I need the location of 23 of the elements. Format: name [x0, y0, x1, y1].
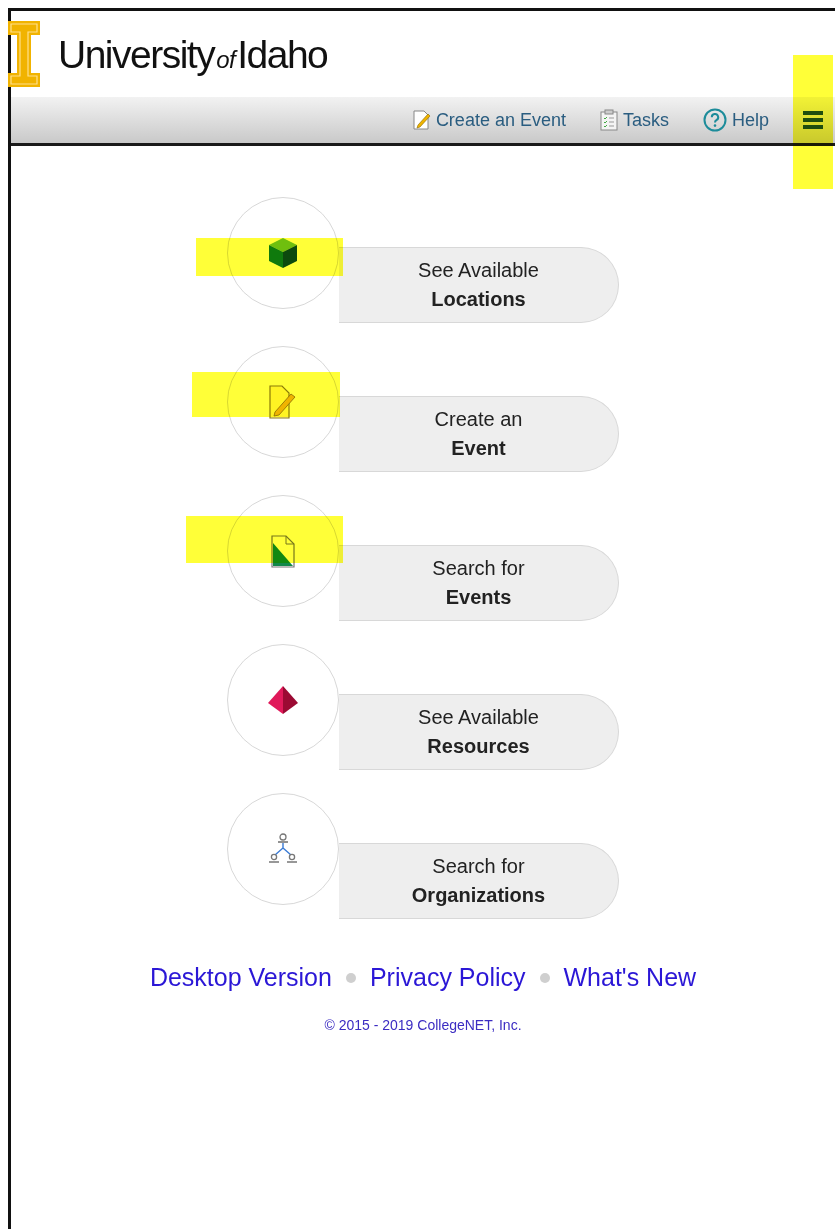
tile-label-line: See Available [418, 705, 539, 730]
tile-button[interactable]: Search for Events [339, 545, 619, 621]
tile-label-title: Organizations [411, 883, 546, 908]
tile-label-title: Locations [431, 287, 526, 312]
tile-button[interactable]: See Available Resources [339, 694, 619, 770]
tile-label-title: Event [451, 436, 506, 461]
tile-label-title: Events [445, 585, 512, 610]
tile-label-line: Search for [432, 854, 525, 879]
tile-label-title: Resources [427, 734, 530, 759]
footer-link[interactable]: What's New [563, 959, 697, 997]
footer-link[interactable]: Desktop Version [149, 959, 332, 997]
tile-button[interactable]: Search for Organizations [339, 843, 619, 919]
tile-label-line: See Available [418, 258, 539, 283]
nav-link[interactable]: Tasks [599, 106, 669, 134]
tile-label-line: Search for [432, 556, 525, 581]
tile-label-line: Create an [434, 407, 523, 432]
footer-link[interactable]: Privacy Policy [369, 959, 526, 997]
copyright-text: © 2015 - 2019 CollegeNET, Inc. [324, 1016, 522, 1033]
nav-link[interactable]: Create an Event [412, 106, 566, 134]
university-logo-text[interactable]: UniversityofIdaho [58, 34, 328, 74]
tile-button[interactable]: See Available Locations [339, 247, 619, 323]
nav-link[interactable]: Help [702, 106, 769, 134]
tile-button[interactable]: Create an Event [339, 396, 619, 472]
